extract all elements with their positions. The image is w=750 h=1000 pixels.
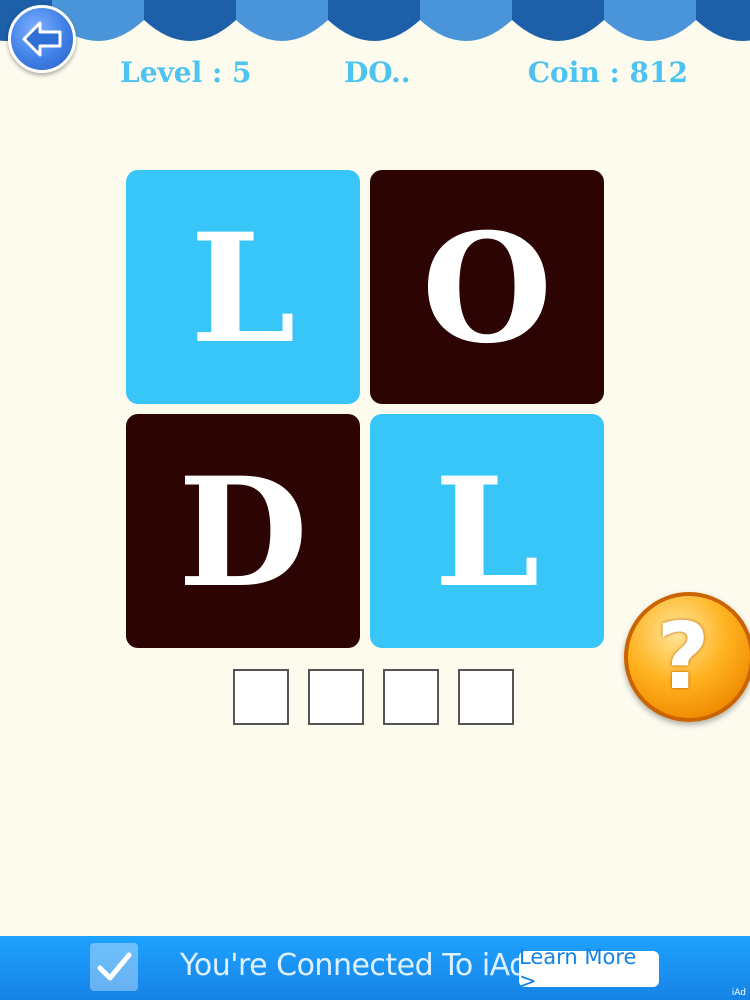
awning-scallop [328,0,420,41]
coin-counter: Coin : 812 [527,56,688,89]
answer-slot-2[interactable] [308,669,364,725]
letter-tile-3[interactable]: D [126,414,360,648]
back-button[interactable] [8,5,76,73]
level-label: Level : 5 [120,56,252,89]
letter-tile-2[interactable]: O [370,170,604,404]
awning-scallop [512,0,604,41]
hint-button[interactable]: ? [624,592,750,722]
ad-banner[interactable]: You're Connected To iAd Learn More > iAd [0,936,750,1000]
awning-scallop [604,0,696,41]
back-arrow-icon [22,21,62,57]
ad-check-box [90,943,138,991]
ad-message: You're Connected To iAd [180,948,528,983]
awning-scallop [420,0,512,41]
question-mark-icon: ? [656,603,710,710]
tile-letter: L [190,201,296,377]
answer-slot-4[interactable] [458,669,514,725]
awning-scallop [144,0,236,41]
tile-letter: O [421,201,553,377]
awning-scallop [696,0,750,41]
awning-decoration [0,0,750,41]
answer-slot-3[interactable] [383,669,439,725]
iad-corner-label: iAd [731,988,746,998]
tile-letter: L [434,445,540,621]
answer-slot-1[interactable] [233,669,289,725]
tile-letter: D [177,445,309,621]
learn-more-button[interactable]: Learn More > [519,945,659,993]
letter-tile-1[interactable]: L [126,170,360,404]
letter-tile-4[interactable]: L [370,414,604,648]
awning-scallop [236,0,328,41]
checkmark-icon [97,952,132,981]
word-hint-label: DO.. [344,56,411,89]
